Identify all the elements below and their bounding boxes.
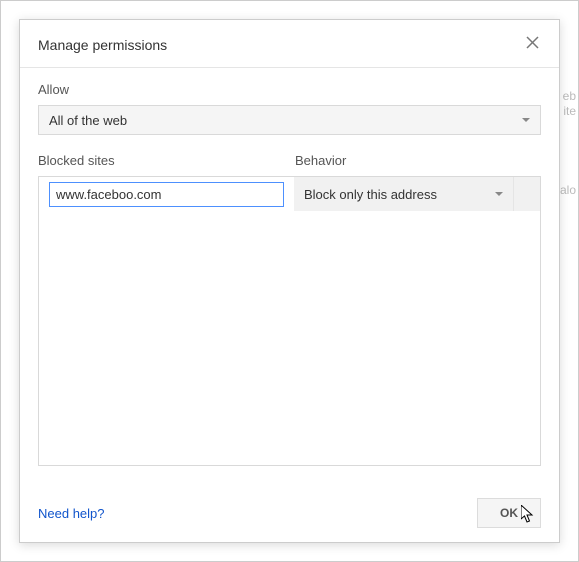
chevron-down-icon — [495, 192, 503, 196]
blocked-sites-header: Blocked sites — [38, 153, 293, 168]
behavior-header: Behavior — [293, 153, 541, 168]
background-text: eb — [563, 89, 576, 103]
allow-dropdown[interactable]: All of the web — [38, 105, 541, 135]
blocked-sites-list: Block only this address — [38, 176, 541, 466]
behavior-selected-value: Block only this address — [304, 187, 437, 202]
column-headers: Blocked sites Behavior — [38, 153, 541, 168]
site-url-input[interactable] — [49, 182, 284, 207]
help-link[interactable]: Need help? — [38, 506, 105, 521]
permissions-dialog: Manage permissions Allow All of the web … — [19, 19, 560, 543]
behavior-cell: Block only this address — [294, 177, 540, 211]
site-input-cell — [39, 177, 294, 211]
ok-button[interactable]: OK — [477, 498, 541, 528]
behavior-dropdown[interactable]: Block only this address — [294, 177, 514, 211]
close-button[interactable] — [524, 34, 541, 55]
close-icon — [526, 36, 539, 49]
dialog-header: Manage permissions — [20, 20, 559, 68]
dialog-footer: Need help? OK — [38, 498, 541, 528]
dialog-body: Allow All of the web Blocked sites Behav… — [20, 68, 559, 466]
dialog-title: Manage permissions — [38, 37, 167, 53]
background-text: ite — [563, 104, 576, 118]
chevron-down-icon — [522, 118, 530, 122]
allow-selected-value: All of the web — [49, 113, 127, 128]
background-text: alo — [560, 183, 576, 197]
allow-label: Allow — [38, 82, 541, 97]
list-row: Block only this address — [39, 177, 540, 211]
